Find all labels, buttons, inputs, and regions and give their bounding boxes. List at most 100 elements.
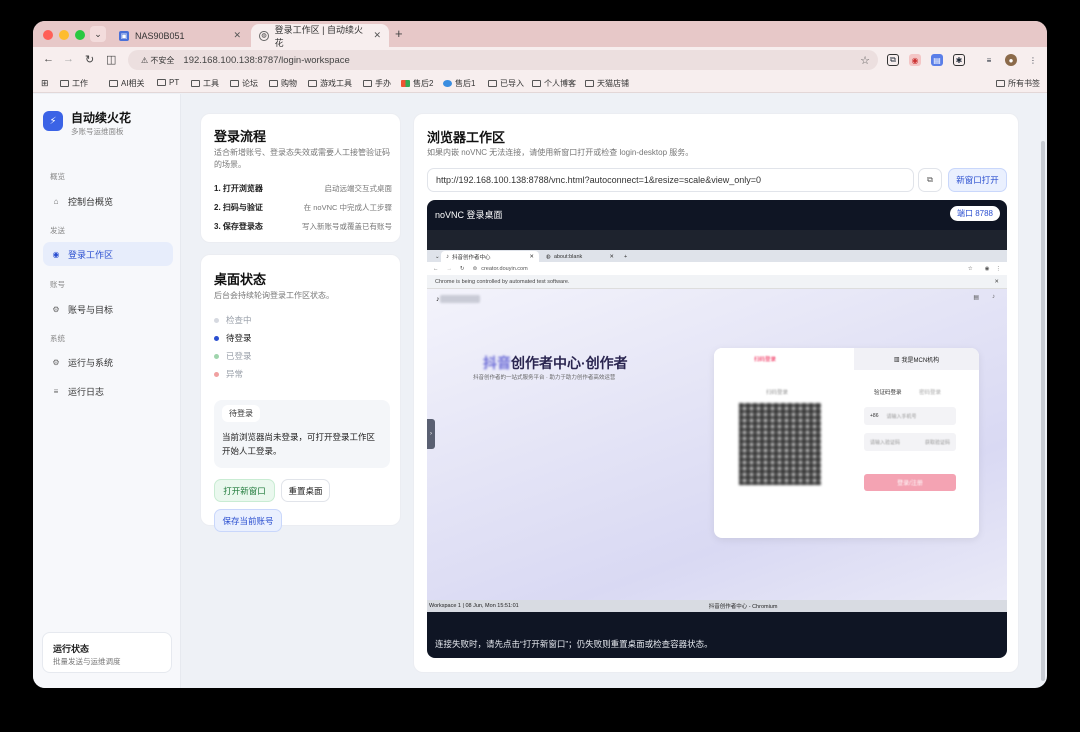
avatar[interactable]: ● (1005, 54, 1017, 66)
login-submit-button[interactable]: 登录/注册 (864, 474, 956, 491)
back-arrow-icon[interactable]: ← (433, 266, 439, 272)
header-icon[interactable]: ♪ (992, 294, 995, 300)
remote-tab[interactable]: ◍ about:blank ✕ (541, 251, 619, 262)
close-window-button[interactable] (43, 30, 53, 40)
login-button-label: 登录/注册 (897, 481, 923, 487)
gear-icon: ⚙ (52, 304, 60, 314)
save-account-button[interactable]: 保存当前账号 (214, 509, 282, 532)
close-tab-icon[interactable]: ✕ (529, 254, 534, 260)
bookmark-folder[interactable]: 天猫店铺 (585, 78, 629, 89)
tab-search-chevron-icon[interactable]: ⌄ (90, 26, 106, 42)
window-title: 抖音创作者中心 - Chromium (708, 604, 778, 610)
url-text[interactable]: 192.168.100.138:8787/login-workspace (183, 55, 349, 66)
extension-icon[interactable]: ⧉ (887, 54, 899, 66)
close-icon[interactable]: ✕ (994, 279, 999, 285)
open-new-window-button[interactable]: 打开新窗口 (214, 479, 275, 502)
bookmark-folder[interactable]: 游戏工具 (308, 78, 352, 89)
bookmark-folder[interactable]: 购物 (269, 78, 297, 89)
remote-tab-title: 抖音创作者中心 (452, 254, 491, 261)
code-login-tab[interactable]: 验证码登录 (874, 388, 902, 396)
bookmark-star-icon[interactable]: ☆ (860, 54, 870, 67)
all-bookmarks[interactable]: 所有书签 (996, 78, 1040, 89)
reload-icon[interactable]: ↻ (85, 53, 94, 66)
phone-input[interactable]: +86 请输入手机号 (864, 407, 956, 425)
zoom-window-button[interactable] (75, 30, 85, 40)
tab-nas[interactable]: ▣ NAS90B051 ✕ (111, 24, 249, 47)
close-tab-icon[interactable]: ✕ (373, 30, 381, 41)
password-login-tab[interactable]: 密码登录 (919, 388, 941, 396)
folder-icon (109, 80, 118, 87)
code-placeholder: 请输入验证码 (870, 439, 901, 446)
security-label: 不安全 (150, 55, 175, 65)
new-tab-button[interactable]: + (619, 251, 632, 262)
sidebar-item-system[interactable]: ⚙ 运行与系统 (43, 350, 173, 374)
bookmark-folder[interactable]: AI相关 (109, 78, 145, 89)
puzzle-icon[interactable]: ✱ (953, 54, 965, 66)
card-title: 浏览器工作区 (427, 130, 506, 145)
bookmark-link[interactable]: 售后2 (401, 78, 433, 89)
minimize-window-button[interactable] (59, 30, 69, 40)
sidebar-item-accounts[interactable]: ⚙ 账号与目标 (43, 297, 173, 321)
more-menu-icon[interactable]: ⋮ (996, 266, 1002, 272)
card-title: 桌面状态 (214, 272, 267, 287)
state-checking: 检查中 (214, 314, 252, 326)
tiktok-icon: ♪ (446, 253, 449, 260)
code-input[interactable]: 请输入验证码 获取验证码 (864, 433, 956, 451)
status-dot-icon (214, 317, 219, 323)
open-new-window-button[interactable]: 新窗口打开 (948, 168, 1007, 192)
sidebar: ⚡ 自动续火花 多账号运维面板 概览 ⌂ 控制台概览 发送 ◉ 登录工作区 账号… (33, 94, 181, 688)
scan-login-tab[interactable]: 扫码登录 (714, 348, 854, 370)
bookmark-folder[interactable]: 论坛 (230, 78, 258, 89)
get-code-link[interactable]: 获取验证码 (925, 439, 950, 446)
remote-tab[interactable]: ♪ 抖音创作者中心 ✕ (441, 251, 539, 262)
reload-icon[interactable]: ↻ (460, 266, 465, 272)
mcn-tab[interactable]: ▥ 我是MCN机构 (854, 348, 979, 370)
sidebar-item-label: 登录工作区 (68, 249, 114, 260)
sidebar-item-login-workspace[interactable]: ◉ 登录工作区 (43, 242, 173, 266)
address-bar[interactable]: ⚠ 不安全 192.168.100.138:8787/login-workspa… (128, 50, 878, 70)
vnc-screen[interactable]: ⌄ ♪ 抖音创作者中心 ✕ ◍ about:blank ✕ + ← → ↻ ⊜ crea… (427, 230, 1007, 612)
folder-icon (363, 80, 372, 87)
extension-icon[interactable]: ▤ (931, 54, 943, 66)
bookmark-folder[interactable]: PT (157, 78, 179, 87)
close-tab-icon[interactable]: ✕ (609, 254, 614, 260)
remote-address-bar[interactable]: ← → ↻ ⊜ creator.douyin.com ☆ ◉ ⋮ (427, 262, 1007, 275)
close-tab-icon[interactable]: ✕ (233, 30, 241, 41)
bookmark-star-icon[interactable]: ☆ (968, 266, 973, 272)
copy-icon[interactable]: ⧉ (918, 168, 942, 192)
bookmark-folder[interactable]: 个人博客 (532, 78, 576, 89)
profile-icon[interactable]: ◉ (985, 266, 990, 272)
forward-arrow-icon[interactable]: → (63, 53, 74, 65)
extension-icon[interactable]: ◉ (909, 54, 921, 66)
tab-login-workspace[interactable]: ◍ 登录工作区 | 自动续火花 ✕ (251, 24, 389, 48)
forward-arrow-icon[interactable]: → (447, 266, 453, 272)
window-controls (43, 30, 85, 40)
bookmark-link[interactable]: 售后1 (443, 78, 475, 89)
security-indicator[interactable]: ⚠ 不安全 (136, 54, 179, 67)
novnc-control-handle[interactable]: › (427, 419, 435, 449)
page-scrollbar[interactable] (1041, 141, 1045, 681)
reset-desktop-button[interactable]: 重置桌面 (281, 479, 330, 502)
bookmark-folder[interactable]: 工作 (60, 78, 88, 89)
sidebar-item-logs[interactable]: ≡ 运行日志 (43, 379, 173, 403)
sidebar-status-card: 运行状态 批量发送与运维调度 (42, 632, 172, 673)
card-title: 登录流程 (214, 129, 267, 144)
vnc-url-field[interactable]: http://192.168.100.138:8788/vnc.html?aut… (427, 168, 914, 192)
folder-icon (269, 80, 278, 87)
sidebar-item-overview[interactable]: ⌂ 控制台概览 (43, 189, 173, 213)
folder-icon (532, 80, 541, 87)
new-tab-button[interactable]: + (395, 26, 403, 41)
queue-icon[interactable]: ≡ (983, 54, 995, 66)
apps-grid-icon[interactable]: ⊞ (41, 78, 49, 89)
more-menu-icon[interactable]: ⋮ (1027, 54, 1039, 66)
remote-url[interactable]: creator.douyin.com (481, 266, 527, 272)
remote-browser[interactable]: ⌄ ♪ 抖音创作者中心 ✕ ◍ about:blank ✕ + ← → ↻ ⊜ crea… (427, 250, 1007, 612)
back-arrow-icon[interactable]: ← (43, 53, 54, 65)
bookmark-folder[interactable]: 已导入 (488, 78, 524, 89)
step-label: 3. 保存登录态 (214, 222, 263, 231)
state-message: 当前浏览器尚未登录，可打开登录工作区开始人工登录。 (222, 432, 376, 456)
header-icon[interactable]: ▤ (973, 294, 979, 301)
reading-mode-icon[interactable]: ◫ (106, 53, 116, 66)
bookmark-folder[interactable]: 工具 (191, 78, 219, 89)
bookmark-folder[interactable]: 手办 (363, 78, 391, 89)
